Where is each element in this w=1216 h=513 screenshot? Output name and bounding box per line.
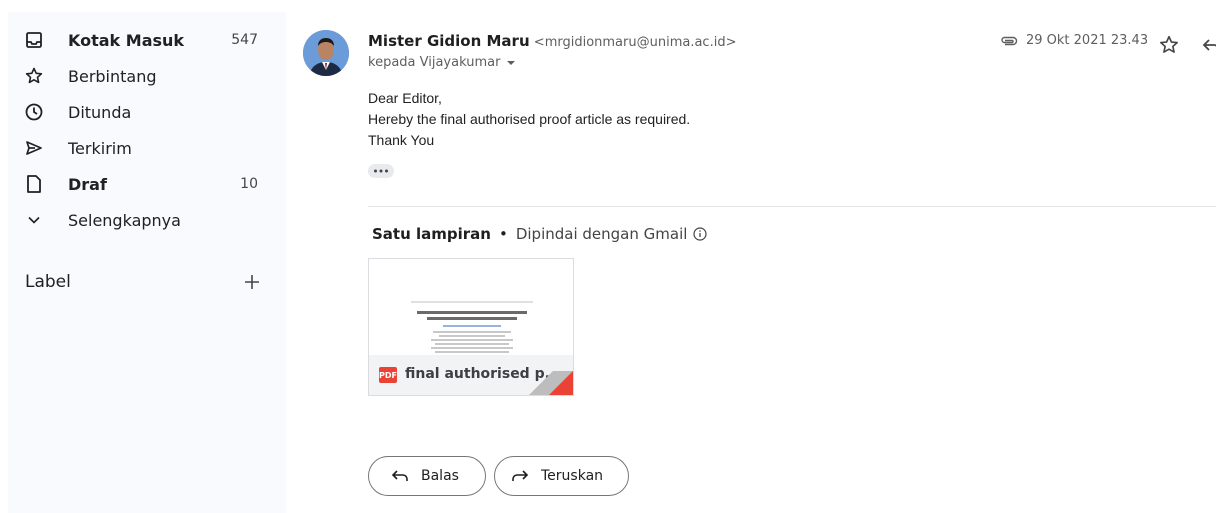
reply-icon bbox=[391, 469, 409, 483]
sidebar-item-label: Selengkapnya bbox=[68, 210, 181, 230]
sidebar-item-label: Draf bbox=[68, 174, 107, 194]
more-dots-icon bbox=[374, 169, 388, 173]
sender-name[interactable]: Mister Gidion Maru bbox=[368, 32, 530, 50]
attachment-icon bbox=[1000, 35, 1018, 47]
sidebar-item-inbox[interactable]: Kotak Masuk 547 bbox=[8, 22, 286, 58]
show-trimmed-button[interactable] bbox=[368, 164, 394, 178]
recipient-label: kepada Vijayakumar bbox=[368, 55, 501, 70]
star-icon bbox=[1160, 35, 1178, 53]
forward-button[interactable]: Teruskan bbox=[494, 456, 629, 496]
page-curl-icon bbox=[529, 371, 573, 395]
caret-down-icon bbox=[507, 60, 516, 65]
sidebar-item-drafts[interactable]: Draf 10 bbox=[8, 166, 286, 202]
add-label-button[interactable] bbox=[238, 268, 266, 296]
body-line: Thank You bbox=[368, 132, 435, 148]
body-line: Dear Editor, bbox=[368, 90, 442, 106]
sidebar-item-sent[interactable]: Terkirim bbox=[8, 130, 286, 166]
sender-line: Mister Gidion Maru <mrgidionmaru@unima.a… bbox=[368, 32, 736, 50]
divider bbox=[368, 206, 1216, 207]
sidebar-item-label: Kotak Masuk bbox=[68, 30, 185, 50]
separator: • bbox=[498, 225, 508, 243]
message-date: 29 Okt 2021 23.43 bbox=[1026, 33, 1149, 48]
chevron-down-icon bbox=[24, 210, 44, 230]
attachment-card[interactable]: PDF final authorised p... bbox=[368, 258, 574, 396]
sidebar-item-snoozed[interactable]: Ditunda bbox=[8, 94, 286, 130]
attachment-preview bbox=[369, 259, 573, 355]
reply-icon bbox=[1202, 39, 1216, 51]
message-meta: 29 Okt 2021 23.43 bbox=[1000, 33, 1148, 48]
draft-count: 10 bbox=[240, 176, 258, 192]
sidebar-item-label: Ditunda bbox=[68, 102, 132, 122]
sender-email: <mrgidionmaru@unima.ac.id> bbox=[533, 35, 737, 50]
star-button[interactable] bbox=[1158, 34, 1180, 56]
pdf-icon: PDF bbox=[379, 367, 397, 383]
sidebar-item-more[interactable]: Selengkapnya bbox=[8, 202, 286, 238]
forward-label: Teruskan bbox=[541, 468, 604, 484]
draft-icon bbox=[24, 174, 44, 194]
sidebar-item-starred[interactable]: Berbintang bbox=[8, 58, 286, 94]
reply-button-top[interactable] bbox=[1202, 36, 1216, 54]
info-icon[interactable] bbox=[693, 227, 708, 241]
clock-icon bbox=[24, 102, 44, 122]
star-icon bbox=[24, 66, 44, 86]
labels-heading: Label bbox=[25, 272, 71, 292]
sidebar-item-label: Terkirim bbox=[68, 138, 132, 158]
attachments-heading: Satu lampiran • Dipindai dengan Gmail bbox=[372, 225, 708, 243]
sidebar-item-label: Berbintang bbox=[68, 66, 157, 86]
message-body: Dear Editor, Hereby the final authorised… bbox=[368, 88, 690, 151]
plus-icon bbox=[245, 275, 259, 289]
reply-button[interactable]: Balas bbox=[368, 456, 486, 496]
attachment-count: Satu lampiran bbox=[372, 225, 491, 243]
scan-status: Dipindai dengan Gmail bbox=[515, 225, 688, 243]
body-line: Hereby the final authorised proof articl… bbox=[368, 111, 691, 127]
inbox-icon bbox=[24, 30, 44, 50]
unread-count: 547 bbox=[231, 32, 258, 48]
recipient-details[interactable]: kepada Vijayakumar bbox=[368, 55, 516, 70]
avatar[interactable] bbox=[303, 30, 349, 76]
sidebar: Kotak Masuk 547 Berbintang Ditunda Terki… bbox=[8, 12, 286, 513]
send-icon bbox=[24, 138, 44, 158]
forward-icon bbox=[511, 469, 529, 483]
reply-label: Balas bbox=[421, 468, 459, 484]
